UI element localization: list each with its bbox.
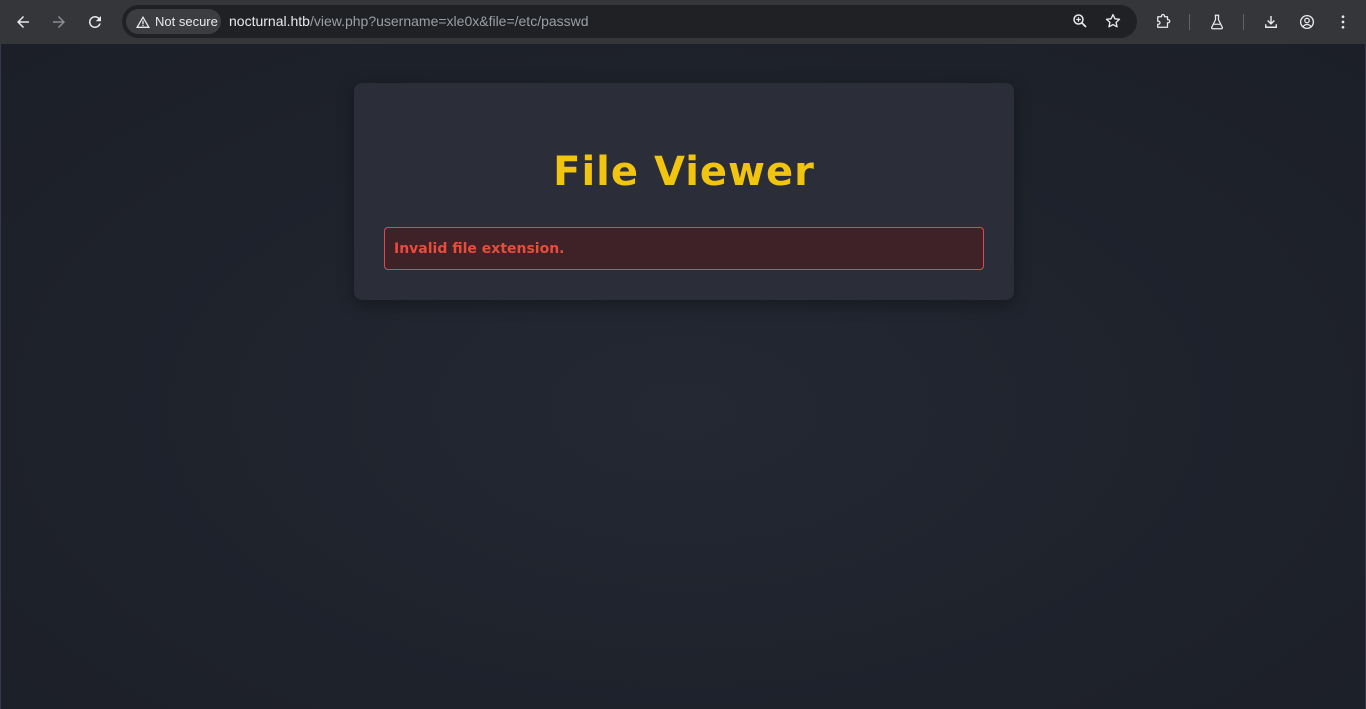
forward-button[interactable] xyxy=(45,8,73,36)
page-title: File Viewer xyxy=(553,149,815,195)
back-button[interactable] xyxy=(9,8,37,36)
address-bar[interactable]: Not secure nocturnal.htb/view.php?userna… xyxy=(122,5,1137,38)
url-text[interactable]: nocturnal.htb/view.php?username=xle0x&fi… xyxy=(229,13,589,29)
url-path: /view.php?username=xle0x&file=/etc/passw… xyxy=(309,13,589,29)
flask-icon xyxy=(1210,14,1224,30)
extensions-button[interactable] xyxy=(1149,8,1177,36)
url-host: nocturnal.htb xyxy=(229,13,310,29)
zoom-icon[interactable] xyxy=(1071,12,1089,30)
labs-button[interactable] xyxy=(1203,8,1231,36)
star-icon[interactable] xyxy=(1104,12,1122,30)
reload-button[interactable] xyxy=(81,8,109,36)
error-alert: Invalid file extension. xyxy=(384,227,984,270)
warning-triangle-icon xyxy=(136,15,150,28)
browser-toolbar: Not secure nocturnal.htb/view.php?userna… xyxy=(0,0,1366,44)
security-label: Not secure xyxy=(155,14,218,29)
toolbar-separator xyxy=(1189,14,1190,30)
kebab-menu-icon xyxy=(1341,15,1345,29)
page-viewport: File Viewer Invalid file extension. xyxy=(0,44,1366,709)
downloads-button[interactable] xyxy=(1257,8,1285,36)
file-viewer-card: File Viewer Invalid file extension. xyxy=(354,83,1014,300)
profile-button[interactable] xyxy=(1293,8,1321,36)
toolbar-separator xyxy=(1243,14,1244,30)
reload-icon xyxy=(88,15,101,28)
profile-icon xyxy=(1299,14,1315,30)
browser-menu-button[interactable] xyxy=(1329,8,1357,36)
forward-arrow-icon xyxy=(53,16,65,28)
puzzle-icon xyxy=(1157,13,1171,28)
back-arrow-icon xyxy=(17,16,29,28)
download-icon xyxy=(1265,16,1277,28)
error-message: Invalid file extension. xyxy=(394,240,565,257)
